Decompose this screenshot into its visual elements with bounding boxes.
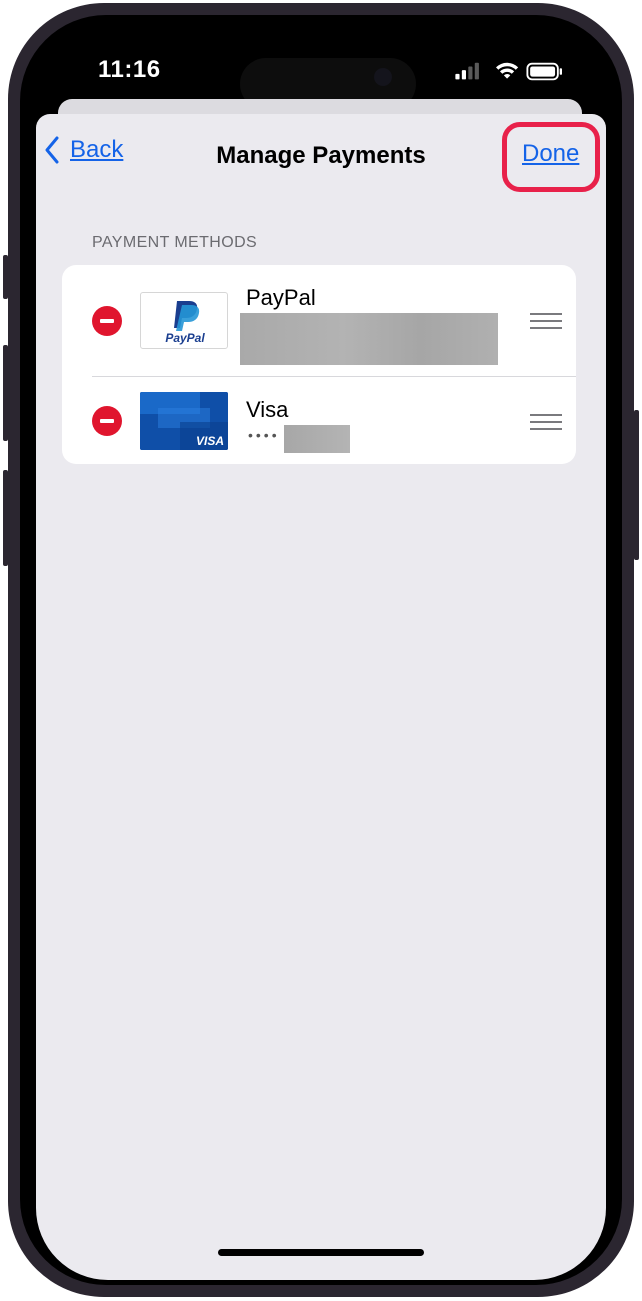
wifi-icon	[496, 62, 519, 79]
status-icons	[455, 62, 562, 81]
payment-method-visa[interactable]: VISA Visa ••••	[62, 377, 576, 464]
done-button[interactable]: Done	[522, 140, 579, 168]
payment-method-name: PayPal	[246, 285, 316, 310]
silent-switch	[3, 255, 8, 299]
redacted-account-detail	[240, 313, 498, 365]
status-time: 11:16	[98, 56, 161, 83]
reorder-handle-icon[interactable]	[530, 313, 562, 329]
visa-card-image: VISA	[140, 392, 228, 450]
payment-method-name: Visa	[246, 397, 289, 422]
section-header: PAYMENT METHODS	[92, 234, 258, 251]
volume-down-button	[3, 470, 8, 566]
front-camera	[374, 68, 392, 86]
home-indicator	[218, 1249, 424, 1256]
screen: 11:16 Back Manage Payments Done PAYMENT …	[36, 24, 606, 1280]
reorder-handle-icon[interactable]	[530, 414, 562, 430]
payment-methods-list: PayPal PayPal VISA Visa ••••	[62, 265, 576, 464]
paypal-logo: PayPal	[140, 292, 228, 349]
power-button	[634, 410, 639, 560]
card-number-dots: ••••	[248, 427, 280, 443]
delete-visa-button[interactable]	[92, 406, 122, 436]
manage-payments-sheet: Back Manage Payments Done PAYMENT METHOD…	[36, 114, 606, 1280]
paypal-logo-text: PayPal	[165, 331, 205, 345]
volume-up-button	[3, 345, 8, 441]
cellular-signal-icon	[455, 62, 479, 80]
visa-logo-text: VISA	[196, 434, 224, 448]
battery-icon	[526, 62, 562, 81]
delete-paypal-button[interactable]	[92, 306, 122, 336]
redacted-card-digits	[284, 425, 350, 453]
payment-method-paypal[interactable]: PayPal PayPal	[62, 265, 576, 376]
